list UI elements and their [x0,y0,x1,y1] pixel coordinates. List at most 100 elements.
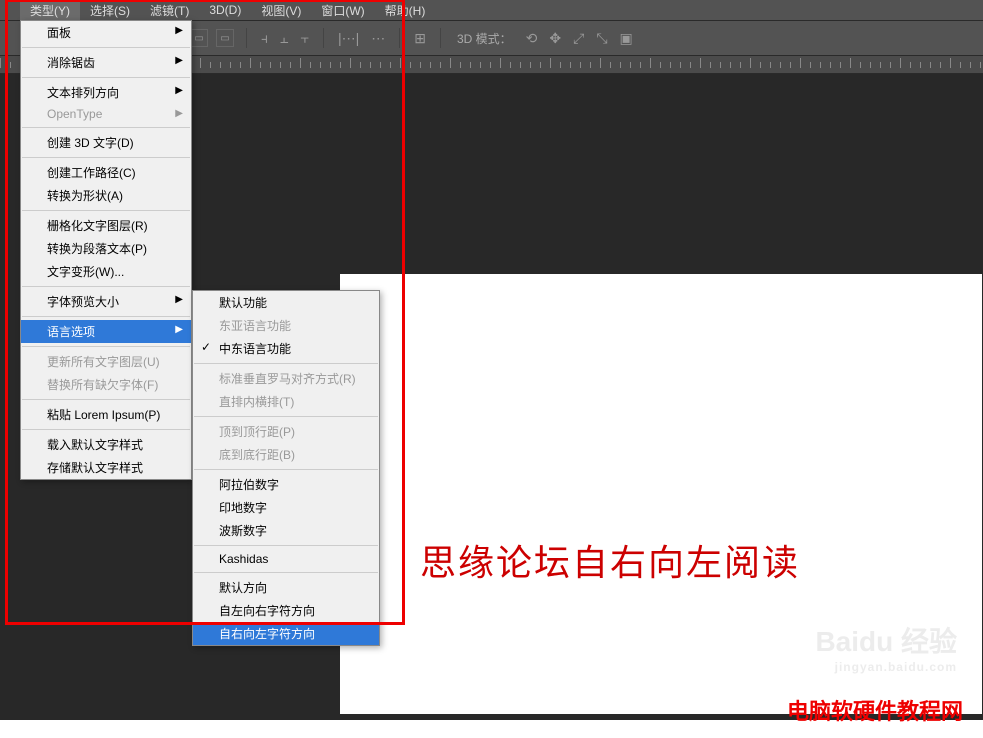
ruler-tick [860,62,861,68]
ruler-tick [430,62,431,68]
menu-view[interactable]: 视图(V) [251,0,311,21]
submenu-arrow-icon: ▶ [175,55,183,66]
menu-item[interactable]: 印地数字 [193,496,379,519]
ruler-tick [420,62,421,68]
ruler-tick [690,62,691,68]
check-icon: ✓ [201,340,211,354]
ruler-tick [510,62,511,68]
ruler-tick [580,62,581,68]
canvas-text: 思缘论坛自右向左阅读 [420,534,800,586]
ruler-tick [390,62,391,68]
ruler-tick [570,62,571,68]
menu-help[interactable]: 帮助(H) [375,0,436,21]
ruler-tick [810,62,811,68]
ruler-tick [300,58,301,68]
menu-item: 更新所有文字图层(U) [21,350,191,373]
menu-item[interactable]: 语言选项▶ [21,320,191,343]
menu-item[interactable]: 默认功能 [193,291,379,314]
ruler-tick [910,62,911,68]
menu-item[interactable]: 创建 3D 文字(D) [21,131,191,154]
ruler-tick [490,62,491,68]
ruler-tick [920,62,921,68]
ruler-tick [560,62,561,68]
ruler-tick [640,62,641,68]
submenu-arrow-icon: ▶ [175,85,183,96]
menu-item[interactable]: 自左向右字符方向 [193,599,379,622]
menu-window[interactable]: 窗口(W) [311,0,374,21]
menu-item[interactable]: Kashidas [193,549,379,569]
menu-item[interactable]: 自右向左字符方向 [193,622,379,645]
ruler-tick [870,62,871,68]
ruler-tick [680,62,681,68]
ruler-tick [380,62,381,68]
menu-item[interactable]: 载入默认文字样式 [21,433,191,456]
menu-separator [194,545,378,546]
menu-filter[interactable]: 滤镜(T) [140,0,199,21]
distribute-icon[interactable]: ⋯ [369,30,387,47]
camera-icon[interactable]: ▣ [618,30,635,47]
submenu-arrow-icon: ▶ [175,108,183,119]
ruler-tick [550,58,551,68]
ruler-tick [600,58,601,68]
ruler-tick [900,58,901,68]
separator [399,28,400,48]
menu-item[interactable]: 阿拉伯数字 [193,473,379,496]
menu-separator [22,157,190,158]
ruler-tick [0,58,1,68]
ruler-tick [670,62,671,68]
ruler-tick [830,62,831,68]
menu-3d[interactable]: 3D(D) [199,1,251,19]
menu-item[interactable]: 栅格化文字图层(R) [21,214,191,237]
ruler-tick [800,58,801,68]
ruler-tick [730,62,731,68]
menu-item[interactable]: 消除锯齿▶ [21,51,191,74]
ruler-tick [720,62,721,68]
ruler-tick [980,62,981,68]
menu-item[interactable]: 存储默认文字样式 [21,456,191,479]
ruler-tick [500,58,501,68]
menu-separator [194,469,378,470]
menu-item[interactable]: 字体预览大小▶ [21,290,191,313]
toolbar-icon[interactable]: ▭ [190,29,208,47]
menu-separator [22,399,190,400]
watermark-sub: jingyan.baidu.com [815,660,957,674]
ruler-tick [340,62,341,68]
ruler-tick [650,58,651,68]
menu-separator [22,47,190,48]
menu-item[interactable]: 面板▶ [21,21,191,44]
ruler-tick [330,62,331,68]
menu-item: 顶到顶行距(P) [193,420,379,443]
menu-item[interactable]: 文字变形(W)... [21,260,191,283]
menu-item[interactable]: 波斯数字 [193,519,379,542]
toolbar-icon[interactable]: ▭ [216,29,234,47]
menu-item[interactable]: 中东语言功能✓ [193,337,379,360]
menu-select[interactable]: 选择(S) [80,0,140,21]
toolbar-icon[interactable]: ⊞ [412,30,428,47]
app-window: 类型(Y) 选择(S) 滤镜(T) 3D(D) 视图(V) 窗口(W) 帮助(H… [0,0,983,720]
ruler-tick [760,62,761,68]
align-right-icon[interactable]: ⫟ [298,30,310,47]
ruler-tick [520,62,521,68]
align-left-icon[interactable]: ⫞ [259,30,270,47]
menu-type[interactable]: 类型(Y) [20,0,80,21]
menu-item[interactable]: 粘贴 Lorem Ipsum(P) [21,403,191,426]
mode-label: 3D 模式： [453,30,516,47]
ruler-tick [790,62,791,68]
language-options-submenu: 默认功能东亚语言功能中东语言功能✓标准垂直罗马对齐方式(R)直排内横排(T)顶到… [192,290,380,646]
distribute-icon[interactable]: |⋯| [336,30,361,47]
menu-item[interactable]: 文本排列方向▶ [21,81,191,104]
menu-separator [194,572,378,573]
scale-icon[interactable]: ⤡ [594,30,609,47]
align-center-icon[interactable]: ⫠ [278,30,290,47]
ruler-tick [750,58,751,68]
menu-item[interactable]: 创建工作路径(C) [21,161,191,184]
move-icon[interactable]: ⤢ [571,30,586,47]
menu-item[interactable]: 转换为形状(A) [21,184,191,207]
submenu-arrow-icon: ▶ [175,25,183,36]
pan-icon[interactable]: ✥ [547,30,563,47]
ruler-tick [930,62,931,68]
menu-item[interactable]: 默认方向 [193,576,379,599]
menu-item[interactable]: 转换为段落文本(P) [21,237,191,260]
orbit-icon[interactable]: ⟲ [524,30,540,47]
ruler-tick [230,62,231,68]
